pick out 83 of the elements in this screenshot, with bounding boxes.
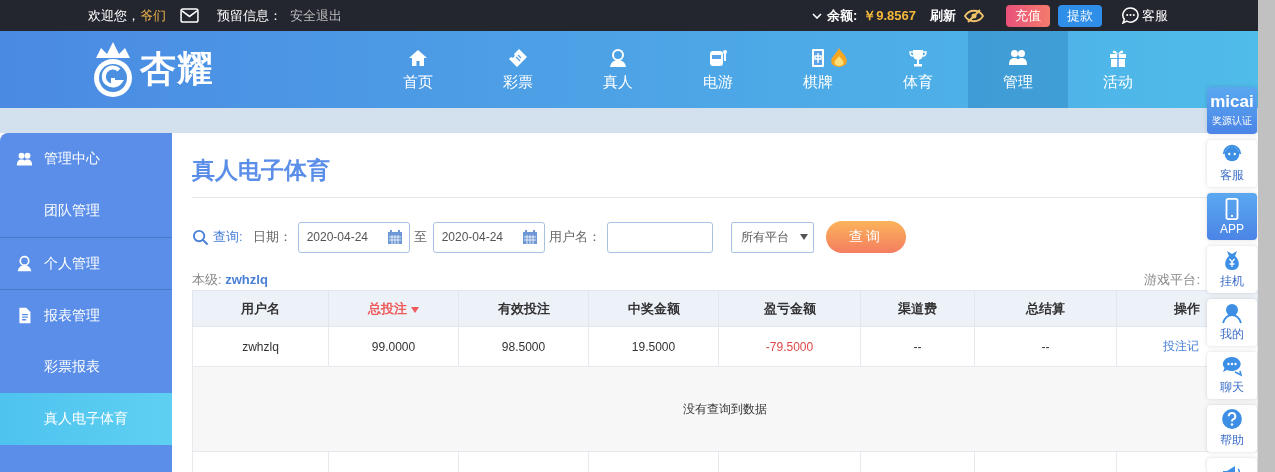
column-header: 总结算: [974, 290, 1117, 327]
table-cell: -79.5000: [765, 339, 814, 354]
level-text: 本级: zwhzlq: [192, 271, 268, 289]
query-label: 查询:: [213, 228, 243, 246]
platform-label: 游戏平台:: [1144, 271, 1200, 289]
sidebar-section[interactable]: 个人管理: [0, 237, 172, 289]
table-cell: 98.5000: [501, 339, 546, 354]
sidebar-shortcut[interactable]: 挂机: [1207, 246, 1257, 293]
to-label: 至: [413, 228, 427, 246]
nav-tab[interactable]: 管理: [968, 31, 1068, 108]
table-cell: 99.0000: [371, 339, 416, 354]
sidebar-section[interactable]: 报表管理: [0, 289, 172, 341]
sidebar-item[interactable]: 真人电子体育: [0, 393, 172, 445]
trophy-icon: [908, 47, 928, 68]
sidebar-item[interactable]: 团队管理: [0, 185, 172, 237]
column-header: 有效投注: [458, 290, 589, 327]
sidebar-shortcut[interactable]: 我的: [1207, 299, 1257, 346]
table-cell: 19.5000: [631, 339, 676, 354]
column-header: 盈亏金额: [718, 290, 861, 327]
deposit-button[interactable]: 充值: [1006, 4, 1050, 27]
date-label: 日期：: [252, 228, 292, 246]
nav-tab[interactable]: 真人: [568, 31, 668, 108]
column-header: 渠道费: [860, 290, 975, 327]
sidebar-shortcut[interactable]: APP: [1207, 193, 1257, 240]
column-header: 用户名: [192, 290, 329, 327]
table-cell: --: [913, 339, 922, 354]
person-icon: [1221, 302, 1243, 324]
nav-tab[interactable]: 活动: [1068, 31, 1168, 108]
users-icon: [16, 150, 33, 168]
column-header[interactable]: 总投注: [328, 290, 459, 327]
nav-tab[interactable]: 体育: [868, 31, 968, 108]
users-icon: [1008, 47, 1028, 68]
scrollbar[interactable]: [1258, 0, 1275, 472]
sidebar-item[interactable]: 彩票报表: [0, 341, 172, 393]
person-icon: [16, 255, 33, 272]
search-icon: [192, 228, 209, 246]
eye-slash-icon: [964, 8, 984, 23]
balance-label: 余额:: [826, 6, 858, 25]
sidebar-shortcut[interactable]: 客服: [1207, 140, 1257, 187]
sidebar-shortcut[interactable]: 聊天: [1207, 352, 1257, 399]
sidebar-section[interactable]: 管理中心: [0, 133, 172, 185]
phone-icon: [1224, 197, 1240, 220]
mail-icon: [180, 8, 199, 23]
speaker-icon: [1221, 465, 1243, 472]
balance-amount: ￥9.8567: [863, 6, 916, 25]
bet-record-link[interactable]: 投注记: [1163, 339, 1199, 353]
table-cell: --: [1041, 339, 1050, 354]
username-label: 用户名：: [548, 228, 601, 246]
slot-machine-icon: [708, 47, 728, 68]
date-field[interactable]: 2020-04-24: [432, 221, 545, 253]
nav-tab[interactable]: 棋牌: [768, 31, 868, 108]
chat-bubbles-icon: [1221, 355, 1243, 377]
calendar-icon: [386, 229, 403, 245]
logo-text: 杏耀: [140, 47, 214, 91]
platform-select[interactable]: 所有平台: [730, 221, 814, 253]
withdraw-button[interactable]: 提款: [1058, 4, 1102, 27]
column-header: 中奖金额: [588, 290, 719, 327]
help-icon: [1221, 408, 1243, 430]
chevron-down-icon: [811, 12, 822, 19]
notice-label: 预留信息：: [217, 6, 282, 25]
sidebar-shortcut[interactable]: 帮助: [1207, 405, 1257, 452]
empty-message: 没有查询到数据: [683, 401, 767, 416]
chat-bubble-icon: [1122, 7, 1139, 24]
nav-tab[interactable]: 首页: [368, 31, 468, 108]
table-cell: zwhzlq: [242, 339, 279, 354]
nav-tab[interactable]: 彩票: [468, 31, 568, 108]
customer-service-link[interactable]: 客服: [1142, 6, 1168, 25]
ticket-icon: [508, 47, 528, 68]
nav-tab[interactable]: 电游: [668, 31, 768, 108]
sidebar-shortcut[interactable]: micai 奖源认证: [1207, 87, 1257, 134]
logout-link[interactable]: 安全退出: [290, 6, 342, 25]
sidebar-shortcut[interactable]: [1207, 458, 1257, 472]
query-button[interactable]: 查询: [825, 221, 906, 253]
refresh-link[interactable]: 刷新: [930, 6, 956, 25]
username-link[interactable]: 爷们: [140, 6, 166, 25]
home-icon: [408, 47, 428, 68]
document-icon: [16, 307, 33, 324]
username-field[interactable]: [606, 221, 713, 253]
person-icon: [608, 47, 628, 68]
greeting-text: 欢迎您，: [88, 6, 140, 25]
calendar-icon: [521, 229, 538, 245]
date-field[interactable]: 2020-04-24: [297, 221, 410, 253]
caret-icon: [799, 234, 808, 240]
